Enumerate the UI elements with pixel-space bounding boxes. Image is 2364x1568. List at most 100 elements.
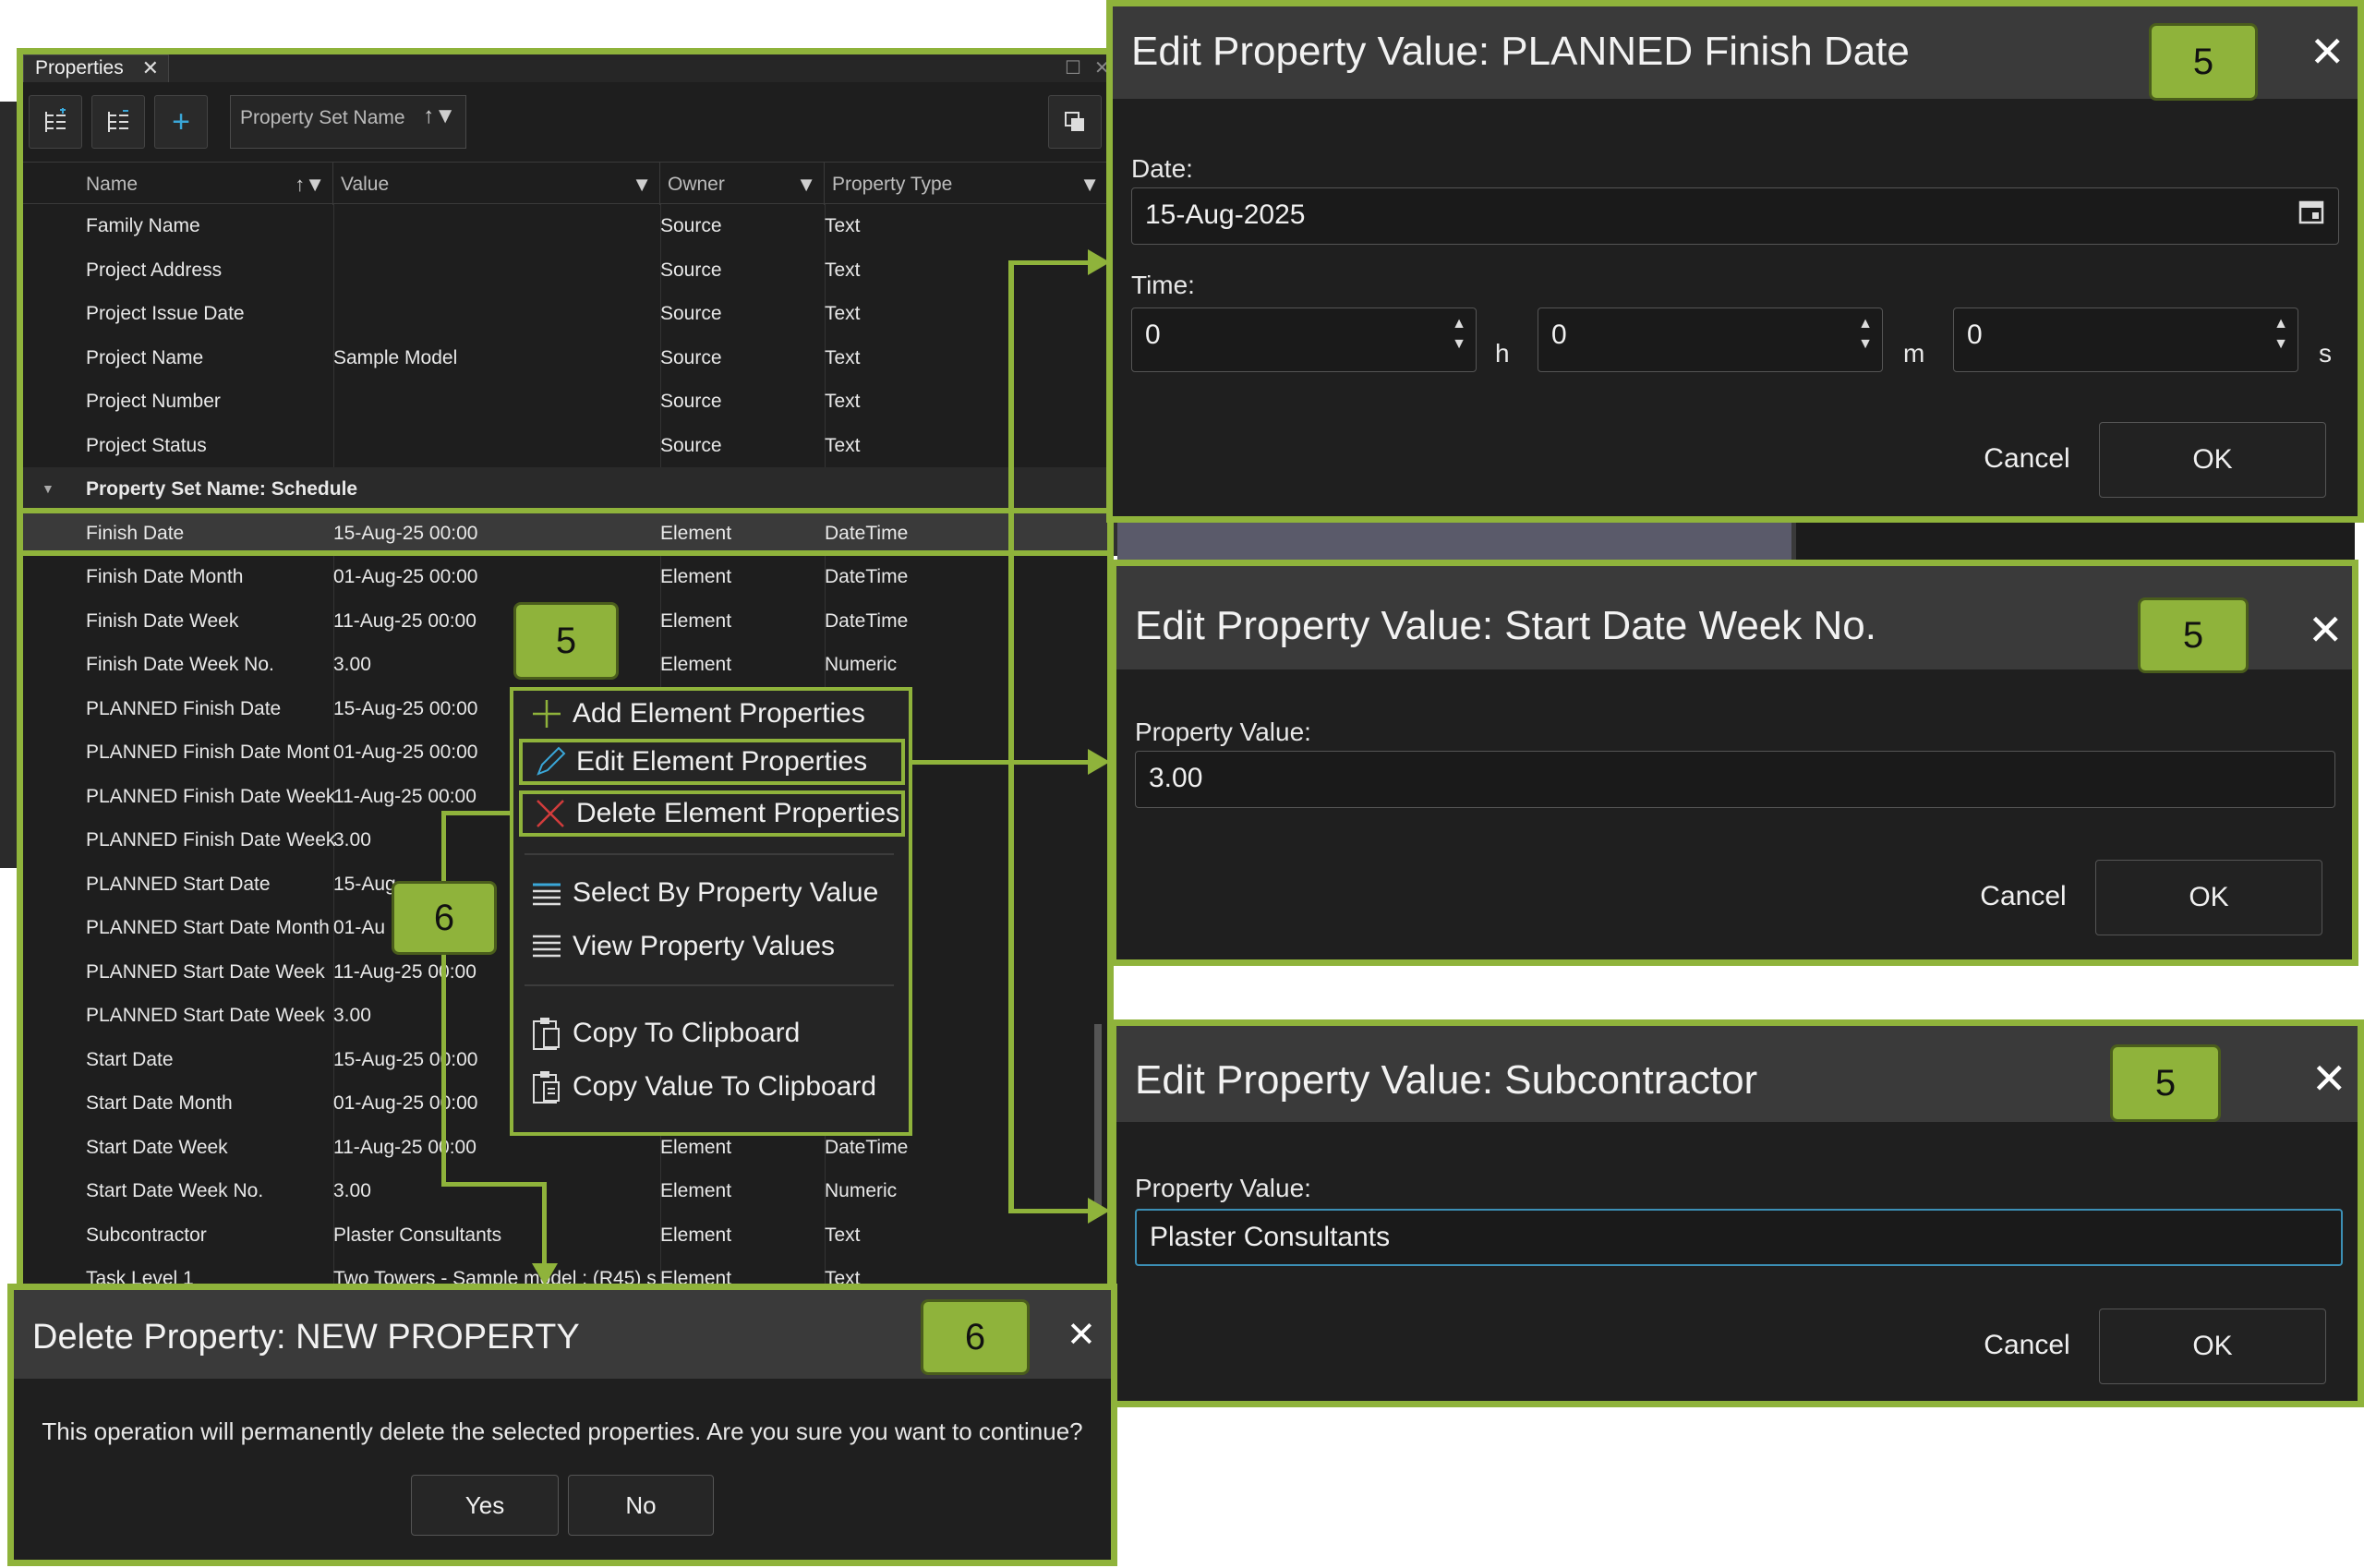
date-label: Date: bbox=[1131, 154, 1193, 183]
delete-confirm-message: This operation will permanently delete t… bbox=[42, 1417, 1083, 1445]
filter-icon[interactable]: ▼ bbox=[1079, 163, 1100, 207]
cell-type: Text bbox=[825, 434, 861, 456]
clipboard-icon bbox=[528, 1010, 565, 1056]
connector-line bbox=[441, 1182, 547, 1187]
panel-tab-bar: Properties ✕ ☐ ✕ bbox=[23, 54, 1107, 82]
close-icon[interactable]: ✕ bbox=[2311, 1054, 2347, 1104]
cell-name: PLANNED Start Date bbox=[86, 873, 271, 895]
cell-type: Text bbox=[825, 259, 861, 281]
cell-type: Text bbox=[825, 1224, 861, 1246]
menu-item-label: Copy Value To Clipboard bbox=[573, 1071, 877, 1102]
group-by-field[interactable]: Property Set Name ↑▼ bbox=[230, 95, 466, 149]
menu-separator bbox=[525, 853, 894, 855]
cell-name: PLANNED Finish Date Week bbox=[86, 829, 336, 850]
column-header-owner[interactable]: Owner ▼ bbox=[660, 163, 825, 205]
no-button[interactable]: No bbox=[568, 1475, 714, 1536]
table-row[interactable]: Project Number Source Text bbox=[23, 380, 1107, 424]
collapse-caret-icon[interactable]: ▼ bbox=[42, 467, 54, 510]
spinner-arrows-icon[interactable]: ▲ ▼ bbox=[1858, 314, 1873, 355]
column-header-owner-label: Owner bbox=[668, 174, 725, 195]
cell-owner: Element bbox=[660, 609, 732, 632]
sort-filter-icon[interactable]: ↑▼ bbox=[295, 163, 325, 207]
cell-name: Subcontractor bbox=[86, 1224, 207, 1246]
table-row[interactable]: Project Address Source Text bbox=[23, 248, 1107, 293]
hours-input[interactable]: 0 ▲ ▼ bbox=[1131, 308, 1477, 372]
menu-item-select-by-property-value[interactable]: Select By Property Value bbox=[519, 870, 905, 916]
calendar-icon[interactable] bbox=[2298, 198, 2325, 233]
connector-line bbox=[441, 811, 513, 815]
cell-name: Finish Date Month bbox=[86, 566, 244, 587]
table-row[interactable]: Project Status Source Text bbox=[23, 424, 1107, 468]
add-property-button[interactable]: + bbox=[154, 95, 208, 149]
group-label: Property Set Name: Schedule bbox=[86, 478, 358, 500]
pencil-icon bbox=[532, 742, 569, 781]
menu-item-delete-element-properties[interactable]: Delete Element Properties bbox=[519, 790, 905, 837]
maximize-icon[interactable]: ☐ bbox=[1065, 56, 1081, 79]
table-row[interactable]: Finish Date Month 01-Aug-25 00:00 Element D… bbox=[23, 555, 1107, 599]
property-value-input[interactable]: Plaster Consultants bbox=[1135, 1209, 2343, 1266]
plus-icon bbox=[528, 691, 565, 737]
menu-item-label: Edit Element Properties bbox=[576, 746, 868, 777]
sort-filter-icon[interactable]: ↑▼ bbox=[423, 103, 456, 129]
menu-item-add-element-properties[interactable]: Add Element Properties bbox=[519, 691, 905, 737]
ok-button[interactable]: OK bbox=[2095, 860, 2322, 935]
seconds-input[interactable]: 0 ▲ ▼ bbox=[1953, 308, 2298, 372]
select-list-icon bbox=[528, 870, 565, 916]
group-header-row[interactable]: ▼ Property Set Name: Schedule bbox=[23, 467, 1107, 512]
table-row[interactable]: Project Name Sample Model Source Text bbox=[23, 336, 1107, 380]
cell-owner: Source bbox=[660, 434, 722, 456]
dialog-title: Edit Property Value: Start Date Week No. bbox=[1135, 603, 1876, 648]
property-value-label: Property Value: bbox=[1135, 718, 1311, 746]
yes-button[interactable]: Yes bbox=[411, 1475, 559, 1536]
close-icon[interactable]: ✕ bbox=[142, 55, 159, 81]
close-icon[interactable]: ✕ bbox=[2308, 605, 2344, 655]
menu-item-view-property-values[interactable]: View Property Values bbox=[519, 923, 905, 970]
property-value-input[interactable]: 3.00 bbox=[1135, 751, 2335, 808]
menu-item-copy-to-clipboard[interactable]: Copy To Clipboard bbox=[519, 1010, 905, 1056]
ok-button[interactable]: OK bbox=[2099, 422, 2326, 498]
cell-type: Numeric bbox=[825, 1180, 898, 1201]
spinner-arrows-icon[interactable]: ▲ ▼ bbox=[2274, 314, 2288, 355]
connector-line bbox=[1008, 260, 1101, 265]
ok-button[interactable]: OK bbox=[2099, 1309, 2326, 1384]
filter-icon[interactable]: ▼ bbox=[632, 163, 652, 207]
table-row[interactable]: Subcontractor Plaster Consultants Element T… bbox=[23, 1213, 1107, 1258]
property-value-text: 3.00 bbox=[1149, 763, 1203, 793]
minutes-input[interactable]: 0 ▲ ▼ bbox=[1538, 308, 1883, 372]
expand-tree-icon bbox=[45, 108, 66, 132]
cell-owner: Element bbox=[660, 566, 732, 587]
spinner-arrows-icon[interactable]: ▲ ▼ bbox=[1452, 314, 1466, 355]
menu-item-edit-element-properties[interactable]: Edit Element Properties bbox=[519, 739, 905, 785]
tab-properties[interactable]: Properties ✕ bbox=[23, 54, 169, 82]
cell-type: Numeric bbox=[825, 654, 898, 675]
cell-name: Project Status bbox=[86, 434, 207, 456]
column-header-type[interactable]: Property Type ▼ bbox=[825, 163, 1107, 205]
menu-item-copy-value-to-clipboard[interactable]: Copy Value To Clipboard bbox=[519, 1064, 905, 1110]
cell-name: PLANNED Start Date Month bbox=[86, 917, 330, 938]
connector-line bbox=[1008, 260, 1014, 1213]
tab-properties-label: Properties bbox=[35, 57, 124, 78]
table-row[interactable]: Start Date Week No. 3.00 Element Numeric bbox=[23, 1169, 1107, 1213]
clipboard-value-icon bbox=[528, 1064, 565, 1110]
date-field[interactable]: 15-Aug-2025 bbox=[1131, 187, 2339, 245]
copy-panel-button[interactable] bbox=[1048, 95, 1102, 149]
table-row[interactable]: Project Issue Date Source Text bbox=[23, 292, 1107, 336]
close-icon[interactable]: ✕ bbox=[2310, 27, 2346, 77]
table-row[interactable]: Family Name Source Text bbox=[23, 204, 1107, 248]
close-icon[interactable]: ✕ bbox=[1067, 1314, 1096, 1356]
cell-owner: Element bbox=[660, 1180, 732, 1201]
column-header-name[interactable]: Name ↑▼ bbox=[78, 163, 333, 205]
filter-icon[interactable]: ▼ bbox=[796, 163, 816, 207]
cell-name: Start Date Month bbox=[86, 1092, 233, 1114]
step-badge-5: 5 bbox=[2110, 1044, 2221, 1122]
cell-owner: Element bbox=[660, 654, 732, 675]
cell-value: 01-Aug-25 00:00 bbox=[333, 566, 478, 587]
grid-header: Name ↑▼ Value ▼ Owner ▼ Property Type ▼ bbox=[23, 162, 1107, 205]
expand-all-button[interactable] bbox=[29, 95, 82, 149]
column-header-value[interactable]: Value ▼ bbox=[333, 163, 660, 205]
cell-value: 3.00 bbox=[333, 1180, 371, 1201]
connector-line bbox=[441, 811, 446, 1186]
scrollbar-thumb[interactable] bbox=[1094, 1024, 1102, 1209]
cell-name: Family Name bbox=[86, 215, 200, 236]
collapse-all-button[interactable] bbox=[91, 95, 145, 149]
